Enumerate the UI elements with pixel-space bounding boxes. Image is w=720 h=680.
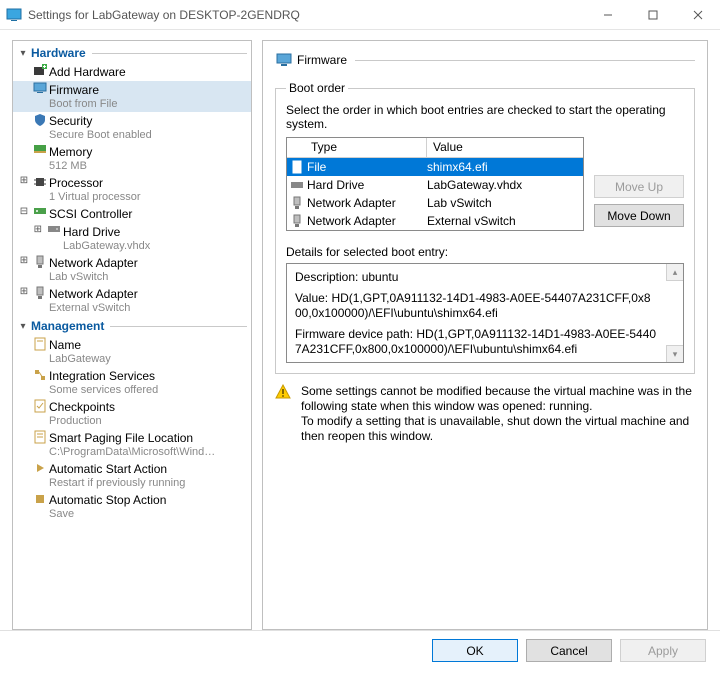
expand-icon[interactable]: ⊞ bbox=[17, 224, 45, 235]
maximize-button[interactable] bbox=[630, 0, 675, 30]
details-path: Firmware device path: HD(1,GPT,0A911132-… bbox=[295, 327, 675, 357]
expand-icon[interactable]: ⊞ bbox=[17, 286, 31, 297]
checkpoints-icon bbox=[31, 399, 49, 413]
collapse-icon: ▾ bbox=[17, 48, 29, 59]
firmware-panel: Firmware Boot order Select the order in … bbox=[262, 40, 708, 630]
boot-order-list[interactable]: Type Value File shimx64.efi Hard Drive L… bbox=[286, 137, 584, 231]
nav-security[interactable]: SecuritySecure Boot enabled bbox=[13, 112, 251, 143]
dialog-buttons: OK Cancel Apply bbox=[0, 630, 720, 670]
network-icon bbox=[31, 286, 49, 300]
details-description: Description: ubuntu bbox=[295, 270, 675, 285]
network-icon bbox=[287, 196, 307, 210]
move-up-button[interactable]: Move Up bbox=[594, 175, 684, 198]
nav-autostart[interactable]: Automatic Start ActionRestart if previou… bbox=[13, 460, 251, 491]
panel-title: Firmware bbox=[297, 53, 347, 67]
nav-processor[interactable]: ⊞ Processor1 Virtual processor bbox=[13, 174, 251, 205]
scroll-down[interactable]: ▾ bbox=[666, 345, 683, 362]
nav-paging[interactable]: Smart Paging File LocationC:\ProgramData… bbox=[13, 429, 251, 460]
shield-icon bbox=[31, 113, 49, 127]
controller-icon bbox=[31, 206, 49, 216]
nav-scsi[interactable]: ⊟ SCSI Controller bbox=[13, 205, 251, 223]
memory-icon bbox=[31, 144, 49, 154]
nav-hard-drive[interactable]: ⊞ Hard DriveLabGateway.vhdx bbox=[13, 223, 251, 254]
section-management[interactable]: ▾ Management bbox=[13, 316, 251, 336]
move-down-button[interactable]: Move Down bbox=[594, 204, 684, 227]
network-icon bbox=[31, 255, 49, 269]
firmware-icon bbox=[31, 82, 49, 94]
apply-button[interactable]: Apply bbox=[620, 639, 706, 662]
cpu-icon bbox=[31, 175, 49, 189]
add-hardware-icon bbox=[31, 64, 49, 78]
section-label: Hardware bbox=[31, 46, 86, 60]
details-label: Details for selected boot entry: bbox=[286, 245, 684, 259]
integration-icon bbox=[31, 368, 49, 382]
app-icon bbox=[6, 7, 22, 23]
section-hardware[interactable]: ▾ Hardware bbox=[13, 43, 251, 63]
boot-order-legend: Boot order bbox=[286, 81, 348, 95]
boot-entry-hdd[interactable]: Hard Drive LabGateway.vhdx bbox=[287, 176, 583, 194]
close-button[interactable] bbox=[675, 0, 720, 30]
expand-icon[interactable]: ⊞ bbox=[17, 175, 31, 186]
nav-network-adapter-1[interactable]: ⊞ Network AdapterLab vSwitch bbox=[13, 254, 251, 285]
details-box: Description: ubuntu Value: HD(1,GPT,0A91… bbox=[286, 263, 684, 363]
boot-instruction: Select the order in which boot entries a… bbox=[286, 103, 684, 131]
paging-icon bbox=[31, 430, 49, 444]
firmware-icon bbox=[275, 53, 293, 67]
ok-button[interactable]: OK bbox=[432, 639, 518, 662]
boot-entry-net1[interactable]: Network Adapter Lab vSwitch bbox=[287, 194, 583, 212]
hdd-icon bbox=[287, 180, 307, 190]
nav-checkpoints[interactable]: CheckpointsProduction bbox=[13, 398, 251, 429]
boot-list-header: Type Value bbox=[287, 138, 583, 158]
titlebar: Settings for LabGateway on DESKTOP-2GEND… bbox=[0, 0, 720, 30]
name-icon bbox=[31, 337, 49, 351]
nav-add-hardware[interactable]: Add Hardware bbox=[13, 63, 251, 81]
details-value: Value: HD(1,GPT,0A911132-14D1-4983-A0EE-… bbox=[295, 291, 675, 321]
settings-tree: ▾ Hardware Add Hardware FirmwareBoot fro… bbox=[12, 40, 252, 630]
minimize-button[interactable] bbox=[585, 0, 630, 30]
hdd-icon bbox=[45, 224, 63, 234]
nav-firmware[interactable]: FirmwareBoot from File bbox=[13, 81, 251, 112]
nav-integration[interactable]: Integration ServicesSome services offere… bbox=[13, 367, 251, 398]
window-title: Settings for LabGateway on DESKTOP-2GEND… bbox=[28, 8, 585, 22]
nav-memory[interactable]: Memory512 MB bbox=[13, 143, 251, 174]
cancel-button[interactable]: Cancel bbox=[526, 639, 612, 662]
nav-name[interactable]: NameLabGateway bbox=[13, 336, 251, 367]
scroll-up[interactable]: ▴ bbox=[666, 264, 683, 281]
collapse-icon[interactable]: ⊟ bbox=[17, 206, 31, 217]
expand-icon[interactable]: ⊞ bbox=[17, 255, 31, 266]
panel-title-row: Firmware bbox=[275, 49, 695, 71]
warning-icon bbox=[275, 384, 293, 444]
nav-network-adapter-2[interactable]: ⊞ Network AdapterExternal vSwitch bbox=[13, 285, 251, 316]
autostart-icon bbox=[31, 461, 49, 475]
warning-message: Some settings cannot be modified because… bbox=[275, 384, 695, 444]
boot-entry-net2[interactable]: Network Adapter External vSwitch bbox=[287, 212, 583, 230]
section-label: Management bbox=[31, 319, 104, 333]
nav-autostop[interactable]: Automatic Stop ActionSave bbox=[13, 491, 251, 522]
autostop-icon bbox=[31, 492, 49, 506]
boot-entry-file[interactable]: File shimx64.efi bbox=[287, 158, 583, 176]
content: ▾ Hardware Add Hardware FirmwareBoot fro… bbox=[0, 30, 720, 630]
network-icon bbox=[287, 214, 307, 228]
file-icon bbox=[287, 160, 307, 174]
collapse-icon: ▾ bbox=[17, 321, 29, 332]
boot-order-group: Boot order Select the order in which boo… bbox=[275, 81, 695, 374]
